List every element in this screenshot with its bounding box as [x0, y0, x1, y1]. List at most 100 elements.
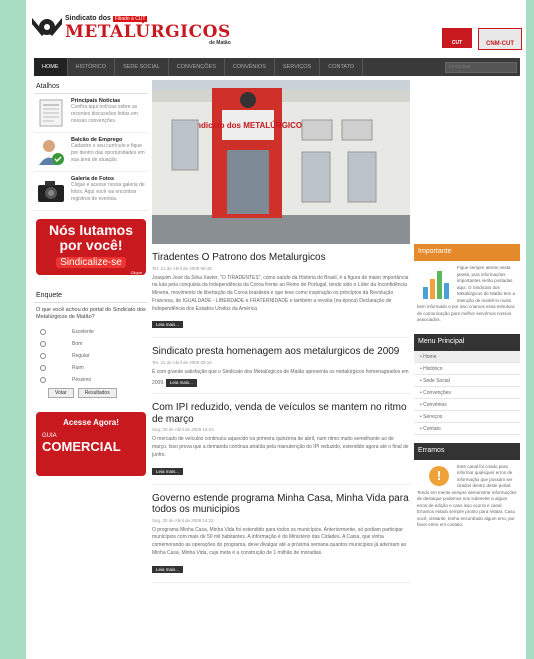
read-more-button[interactable]: Leia mais...: [165, 378, 197, 388]
main-content: Sindicato dos METALÚRGICOS Tiradentes O …: [152, 80, 410, 583]
importante-title: Importante: [414, 244, 520, 261]
atalhos-title: Atalhos: [34, 80, 148, 94]
article-date: Seg, 20 de Abril de 2009 16:24: [152, 427, 214, 433]
side-menu-convencoes[interactable]: • Convenções: [414, 387, 520, 399]
erramos-box: ! Este canal foi criado para informar qu…: [414, 460, 520, 533]
poll-option-label: Bom: [72, 340, 83, 347]
camera-icon: [36, 176, 66, 206]
side-menu-label: Histórico: [423, 365, 443, 372]
article-date: Seg, 20 de Abril de 2009 14:22: [152, 517, 214, 523]
atalho-desc: Clique e acesse nossa galeria de fotos. …: [71, 182, 145, 202]
side-menu-label: Serviços: [423, 413, 443, 420]
radio-button[interactable]: [40, 364, 46, 371]
news-article: Com IPI reduzido, venda de veículos se m…: [152, 402, 410, 485]
banner-line: Nós lutamos: [48, 222, 133, 238]
article-title[interactable]: Tiradentes O Patrono dos Metalurgicos: [152, 252, 410, 264]
nav-sede-social[interactable]: Sede Social: [115, 58, 169, 76]
poll-question: O que você achou do portal do Sindicato …: [36, 307, 146, 321]
radio-button[interactable]: [40, 328, 46, 335]
news-article: Sindicato presta homenagem aos metalurgi…: [152, 346, 410, 395]
side-menu: • Home • Histórico • Sede Social • Conve…: [414, 350, 520, 435]
logo-main-text: METALÚRGICOS: [65, 22, 231, 42]
nav-convencoes[interactable]: Convenções: [169, 58, 225, 76]
news-article: Tiradentes O Patrono dos Metalurgicos Te…: [152, 252, 410, 339]
article-body: É com grande satisfação que o Sindicato …: [152, 369, 410, 388]
guia-comercial-banner[interactable]: Acesse Agora! GUIA COMERCIAL: [36, 411, 146, 476]
poll-option-label: Excelente: [72, 328, 94, 335]
read-more-button[interactable]: Leia mais...: [152, 565, 184, 573]
poll-option[interactable]: Excelente: [34, 326, 148, 338]
atalho-desc: Confira aqui notícias sobre as recentes …: [71, 104, 138, 124]
article-title[interactable]: Com IPI reduzido, venda de veículos se m…: [152, 402, 410, 425]
right-sidebar: Importante Fique sempre atento nesta jan…: [414, 244, 520, 533]
user-check-icon: [36, 137, 66, 167]
erramos-title: Erramos: [414, 442, 520, 460]
poll-option-label: Ruim: [72, 364, 84, 371]
side-menu-label: Home: [423, 353, 437, 360]
cut-badge[interactable]: CUT: [442, 28, 472, 48]
article-date: Ter, 21 de Abril de 2009 09:16: [152, 359, 212, 365]
warning-icon: !: [429, 465, 449, 486]
radio-button[interactable]: [40, 340, 46, 347]
main-nav: Home Histórico Sede Social Convenções Co…: [34, 58, 520, 76]
side-menu-historico[interactable]: • Histórico: [414, 363, 520, 375]
search-input[interactable]: [445, 61, 517, 73]
vote-button[interactable]: Votar: [48, 387, 74, 398]
poll-option[interactable]: Bom: [34, 338, 148, 350]
poll-title: Enquete: [34, 289, 148, 303]
nav-home[interactable]: Home: [34, 58, 68, 76]
sindicalize-banner[interactable]: Nós lutamos por você! Sindicalize-se Cli…: [36, 219, 146, 275]
importante-box: Fique sempre atento nesta janela, pois i…: [414, 261, 520, 328]
side-menu-label: Contato: [423, 425, 441, 432]
side-menu-label: Convênios: [423, 401, 447, 408]
page: Sindicato dos Filiado à CUT METALÚRGICOS …: [26, 0, 526, 659]
hero-sign: Sindicato dos METALÚRGICOS: [189, 121, 309, 130]
banner-cta: Sindicalize-se: [56, 257, 126, 269]
banner-line: Acesse Agora!: [63, 417, 119, 427]
side-menu-label: Sede Social: [423, 377, 450, 384]
poll-option[interactable]: Regular: [34, 350, 148, 362]
banner-line: por você!: [59, 236, 123, 253]
banner-note: Clique: [130, 270, 142, 276]
bar-chart-icon: [423, 267, 453, 299]
side-menu-label: Convenções: [423, 389, 451, 396]
poll-option-label: Péssimo: [72, 376, 92, 383]
header: Sindicato dos Filiado à CUT METALÚRGICOS …: [26, 0, 526, 58]
banner-line: COMERCIAL: [42, 438, 121, 454]
side-menu-servicos[interactable]: • Serviços: [414, 411, 520, 423]
nav-contato[interactable]: Contato: [320, 58, 364, 76]
poll: Enquete O que você achou do portal do Si…: [34, 289, 148, 400]
menu-title: Menu Principal: [414, 333, 520, 351]
article-title[interactable]: Governo estende programa Minha Casa, Min…: [152, 493, 410, 516]
atalho-emprego[interactable]: Balcão de Emprego Cadastre o seu currícu…: [34, 133, 148, 172]
results-button[interactable]: Resultados: [77, 387, 117, 398]
article-body: O mercado de veículos continuou aquecido…: [152, 436, 409, 458]
article-body: Joaquim José da Silva Xavier, "O TIRADEN…: [152, 274, 409, 312]
poll-option[interactable]: Péssimo: [34, 374, 148, 386]
side-menu-convenios[interactable]: • Convênios: [414, 399, 520, 411]
read-more-button[interactable]: Leia mais...: [152, 321, 184, 329]
logo-top-text: Sindicato dos: [65, 15, 111, 22]
read-more-button[interactable]: Leia mais...: [152, 467, 184, 475]
article-date: Ter, 21 de Abril de 2009 09:48: [152, 265, 212, 271]
atalho-fotos[interactable]: Galeria de Fotos Clique e acesse nossa g…: [34, 172, 148, 211]
nav-convenios[interactable]: Convênios: [225, 58, 275, 76]
newspaper-icon: [36, 98, 66, 128]
news-article: Governo estende programa Minha Casa, Min…: [152, 493, 410, 583]
atalho-noticias[interactable]: Principais Notícias Confira aqui notícia…: [34, 94, 148, 133]
side-menu-sede-social[interactable]: • Sede Social: [414, 375, 520, 387]
poll-option[interactable]: Ruim: [34, 362, 148, 374]
nav-historico[interactable]: Histórico: [68, 58, 116, 76]
hero-photo: Sindicato dos METALÚRGICOS: [152, 80, 410, 244]
site-logo[interactable]: Sindicato dos Filiado à CUT METALÚRGICOS …: [32, 8, 231, 46]
nav-servicos[interactable]: Serviços: [275, 58, 321, 76]
poll-option-label: Regular: [72, 352, 90, 359]
side-menu-home[interactable]: • Home: [414, 350, 520, 363]
article-body: O programa Minha Casa, Minha Vida foi es…: [152, 526, 407, 556]
article-title[interactable]: Sindicato presta homenagem aos metalurgi…: [152, 346, 410, 358]
radio-button[interactable]: [40, 352, 46, 359]
radio-button[interactable]: [40, 376, 46, 383]
gear-worker-icon: [32, 18, 62, 36]
cnm-cut-badge[interactable]: CNM-CUT: [478, 28, 522, 50]
side-menu-contato[interactable]: • Contato: [414, 423, 520, 435]
